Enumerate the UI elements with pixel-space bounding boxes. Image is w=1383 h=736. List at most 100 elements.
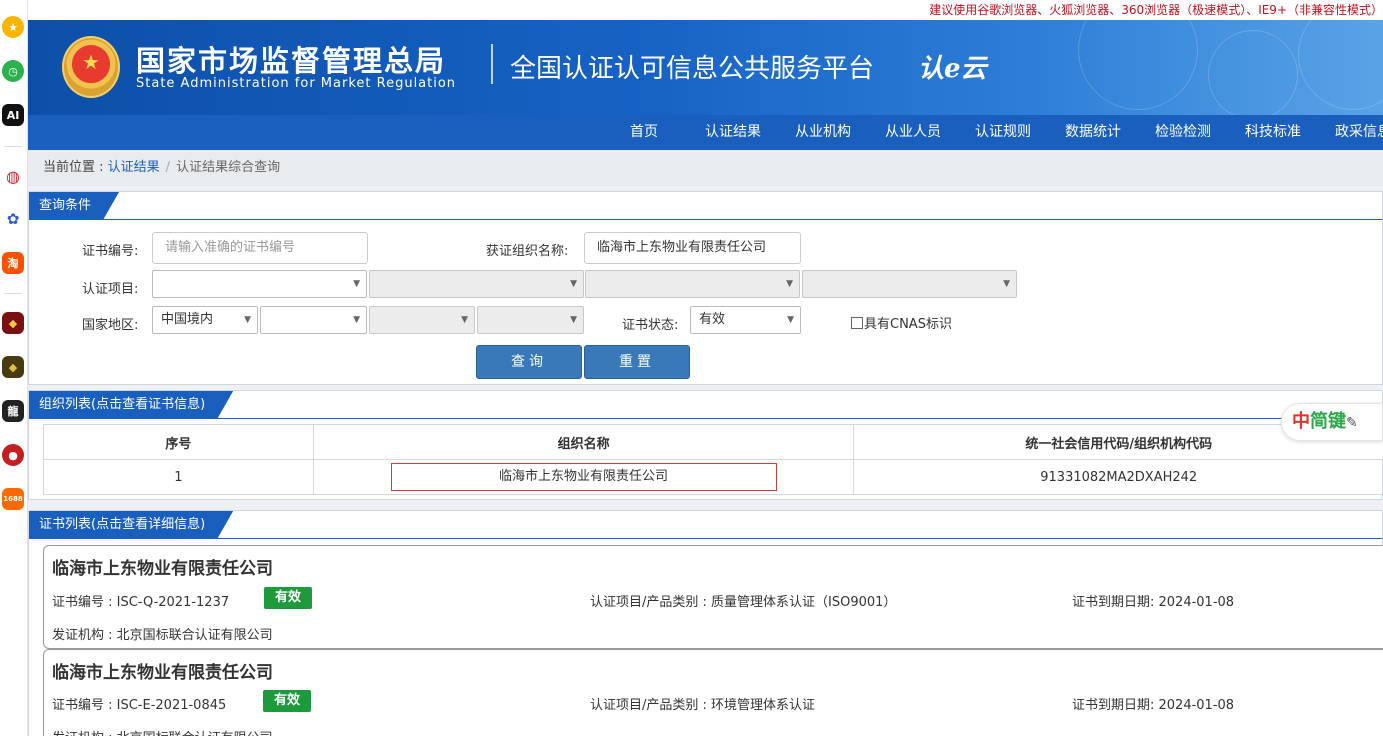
cnas-checkbox[interactable]: 具有CNAS标识: [851, 313, 952, 332]
nav-testing[interactable]: 检验检测: [1155, 115, 1211, 150]
project-select-3[interactable]: ▼: [585, 270, 800, 298]
status-badge: 有效: [264, 587, 312, 609]
chevron-down-icon: ▼: [353, 315, 360, 325]
paw-icon[interactable]: ✿: [2, 208, 24, 230]
ball-icon[interactable]: ●: [2, 444, 24, 466]
store-icon-label: 1688: [3, 495, 23, 503]
clock-icon[interactable]: ◷: [2, 60, 24, 82]
banner-decoration: [1078, 20, 1198, 110]
status-label: 证书状态:: [622, 318, 679, 333]
main-nav: 首页 认证结果 从业机构 从业人员 认证规则 数据统计 检验检测 科技标准 政采…: [28, 115, 1383, 150]
cert-expiry: 证书到期日期: 2024-01-08: [1072, 698, 1235, 713]
chevron-down-icon: ▼: [570, 279, 577, 289]
game-icon-1[interactable]: ◆: [2, 312, 24, 334]
org-list-header: 组织列表(点击查看证书信息): [29, 391, 1382, 419]
status-value: 有效: [699, 312, 726, 327]
chevron-down-icon: ▼: [1003, 279, 1010, 289]
project-label: 认证项目:: [82, 282, 139, 297]
nav-procurement[interactable]: 政采信息: [1335, 115, 1383, 150]
region-select-1[interactable]: 中国境内 ▼: [152, 306, 258, 334]
cert-issuer: 发证机构 : 北京国标联合认证有限公司: [52, 628, 273, 643]
nav-agencies[interactable]: 从业机构: [795, 115, 851, 150]
cert-project: 认证项目/产品类别 : 质量管理体系认证（ISO9001）: [590, 595, 897, 610]
project-select-4[interactable]: ▼: [802, 270, 1017, 298]
region-select-2[interactable]: ▼: [260, 306, 367, 334]
cert-card[interactable]: 临海市上东物业有限责任公司 证书编号 : ISC-E-2021-0845 有效 …: [43, 649, 1383, 736]
nav-rules[interactable]: 认证规则: [975, 115, 1031, 150]
query-panel-title: 查询条件: [29, 192, 119, 220]
region-label: 国家地区:: [82, 318, 139, 333]
cert-org-name: 临海市上东物业有限责任公司: [52, 559, 273, 579]
browser-notice: 建议使用谷歌浏览器、火狐浏览器、360浏览器（极速模式）、IE9+（非兼容性模式…: [28, 0, 1383, 20]
cert-number: 证书编号 : ISC-E-2021-0845: [52, 698, 227, 713]
dragon-icon[interactable]: 龍: [2, 400, 24, 422]
dragon-icon-label: 龍: [7, 405, 19, 418]
ai-icon[interactable]: AI: [2, 104, 24, 126]
search-button[interactable]: 查询: [476, 345, 582, 379]
status-badge: 有效: [263, 690, 311, 712]
chevron-down-icon: ▼: [353, 279, 360, 289]
checkbox-box[interactable]: [851, 317, 863, 329]
nav-cert-results[interactable]: 认证结果: [705, 115, 761, 150]
breadcrumb-prefix: 当前位置 :: [43, 160, 108, 175]
ime-floating-toolbar[interactable]: 中简键✎: [1281, 403, 1383, 441]
region-value: 中国境内: [161, 312, 214, 327]
title-divider: [491, 44, 493, 84]
platform-title: 全国认证认可信息公共服务平台: [510, 54, 875, 84]
cnas-checkbox-label: 具有CNAS标识: [864, 317, 952, 332]
org-name-label: 获证组织名称:: [486, 244, 569, 259]
org-list-title: 组织列表(点击查看证书信息): [29, 391, 233, 419]
swirl-icon[interactable]: ◍: [2, 165, 24, 187]
national-emblem-icon: ★: [62, 36, 120, 98]
store-1688-icon[interactable]: 1688: [2, 488, 24, 510]
region-select-4[interactable]: ▼: [477, 306, 584, 334]
project-select-1[interactable]: ▼: [152, 270, 367, 298]
star-icon[interactable]: ★: [2, 16, 24, 38]
game-icon-2[interactable]: ◆: [2, 356, 24, 378]
ime-text[interactable]: 简键: [1310, 411, 1346, 432]
region-select-3[interactable]: ▼: [369, 306, 475, 334]
ime-settings-icon[interactable]: ✎: [1346, 415, 1358, 431]
sidebar-divider: [4, 146, 22, 147]
emblem-star-icon: ★: [82, 50, 100, 74]
cert-issuer: 发证机构 : 北京国标联合认证有限公司: [52, 727, 273, 736]
nav-statistics[interactable]: 数据统计: [1065, 115, 1121, 150]
cert-card[interactable]: 临海市上东物业有限责任公司 证书编号 : ISC-Q-2021-1237 有效 …: [43, 545, 1383, 649]
cert-list-header: 证书列表(点击查看详细信息): [29, 511, 1382, 539]
query-panel-header: 查询条件: [29, 192, 1382, 220]
ime-mode-cn[interactable]: 中: [1292, 411, 1310, 432]
nav-home[interactable]: 首页: [630, 115, 658, 150]
status-select[interactable]: 有效 ▼: [690, 306, 801, 334]
ai-icon-label: AI: [6, 108, 20, 122]
project-select-2[interactable]: ▼: [369, 270, 584, 298]
cert-list-panel: 证书列表(点击查看详细信息) 临海市上东物业有限责任公司 证书编号 : ISC-…: [28, 510, 1383, 736]
row-org-name-cell[interactable]: 临海市上东物业有限责任公司: [312, 459, 855, 495]
sidebar-divider: [4, 293, 22, 294]
row-index: 1: [43, 459, 314, 495]
chevron-down-icon: ▼: [787, 315, 794, 325]
chevron-down-icon: ▼: [570, 315, 577, 325]
breadcrumb-separator: /: [165, 160, 171, 175]
col-org-name: 组织名称: [312, 424, 855, 460]
taobao-icon[interactable]: 淘: [2, 252, 24, 274]
chevron-down-icon: ▼: [786, 279, 793, 289]
breadcrumb-link[interactable]: 认证结果: [108, 160, 160, 175]
nav-standards[interactable]: 科技标准: [1245, 115, 1301, 150]
chevron-down-icon: ▼: [461, 315, 468, 325]
row-org-name[interactable]: 临海市上东物业有限责任公司: [390, 463, 777, 491]
reset-button[interactable]: 重置: [584, 345, 690, 379]
taobao-icon-label: 淘: [7, 257, 19, 270]
col-index: 序号: [43, 424, 314, 460]
org-list-panel: 组织列表(点击查看证书信息) 序号 组织名称 统一社会信用代码/组织机构代码 1…: [28, 390, 1383, 500]
banner-decoration: [1208, 30, 1298, 115]
nav-personnel[interactable]: 从业人员: [885, 115, 941, 150]
table-row[interactable]: 1 临海市上东物业有限责任公司 91331082MA2DXAH242: [43, 459, 1383, 495]
agency-title-en: State Administration for Market Regulati…: [136, 76, 457, 91]
agency-title-cn: 国家市场监督管理总局: [136, 44, 447, 78]
cert-project: 认证项目/产品类别 : 环境管理体系认证: [590, 698, 816, 713]
cert-number: 证书编号 : ISC-Q-2021-1237: [52, 595, 230, 610]
org-table-header-row: 序号 组织名称 统一社会信用代码/组织机构代码: [43, 424, 1383, 460]
org-name-input[interactable]: 临海市上东物业有限责任公司: [584, 232, 801, 264]
cert-no-label: 证书编号:: [82, 244, 139, 259]
cert-no-input[interactable]: 请输入准确的证书编号: [152, 232, 368, 264]
